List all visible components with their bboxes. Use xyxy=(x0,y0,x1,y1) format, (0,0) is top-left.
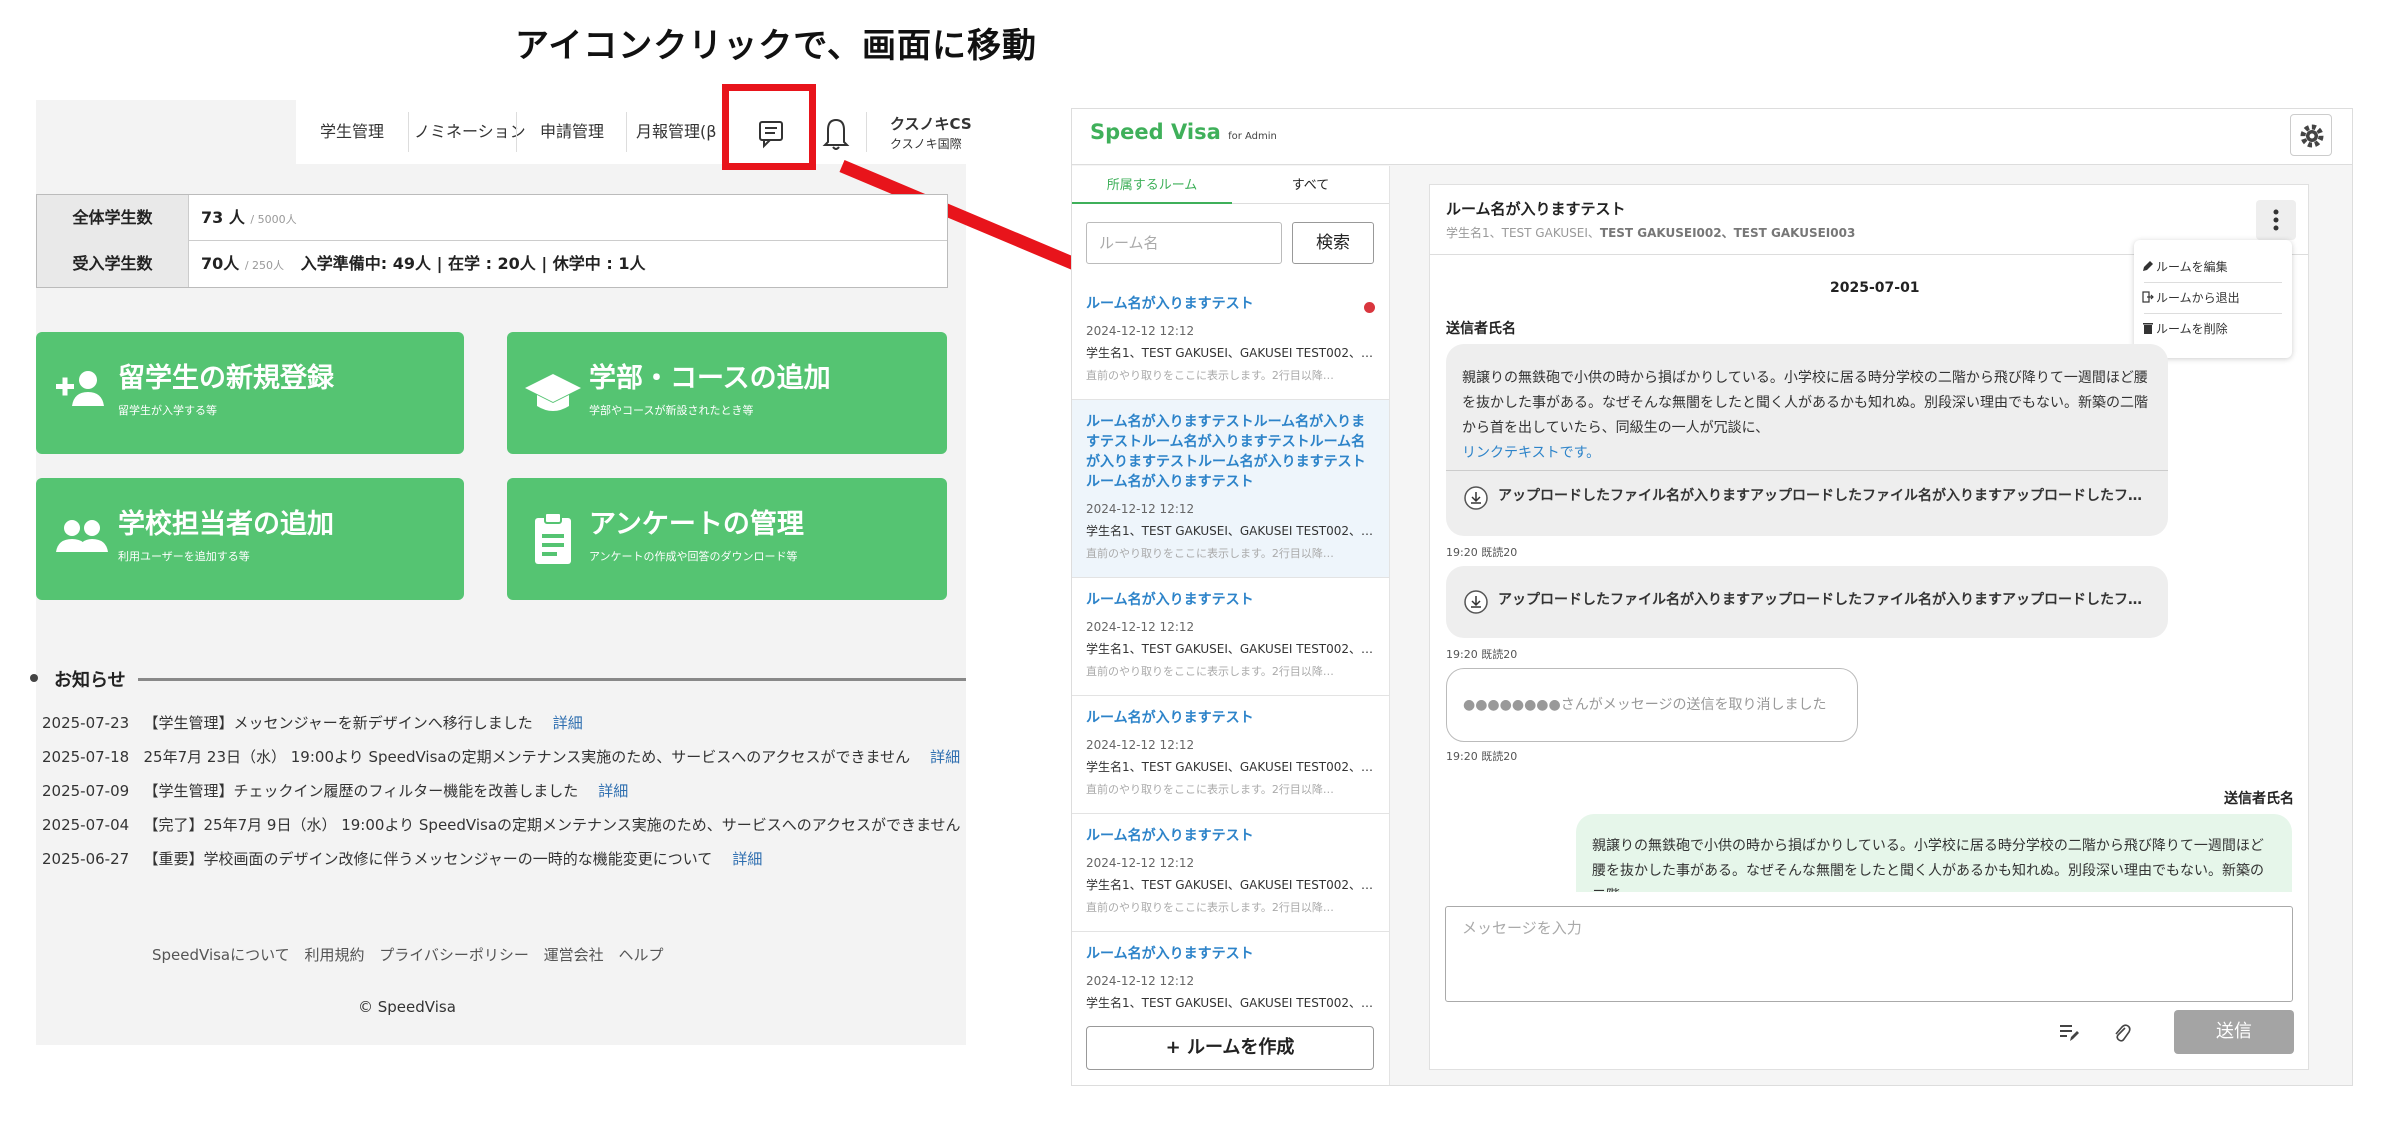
card-subtitle: 留学生が入学する等 xyxy=(118,404,217,417)
room-list-item[interactable]: ルーム名が入りますテスト 2024-12-12 12:12 学生名1、TEST … xyxy=(1072,578,1389,696)
message-meta: 19:20 既読20 xyxy=(1446,648,1518,661)
message-input[interactable]: メッセージを入力 xyxy=(1445,906,2293,1002)
file-name[interactable]: アップロードしたファイル名が入りますアップロードしたファイル名が入りますアップロ… xyxy=(1498,588,2142,613)
news-item: 2025-07-04 【完了】25年7月 9日（水） 19:00より Speed… xyxy=(42,816,961,834)
nav-students[interactable]: 学生管理 xyxy=(320,100,384,164)
search-button[interactable]: 検索 xyxy=(1292,222,1374,264)
card-title: アンケートの管理 xyxy=(589,509,804,540)
stats-table: 全体学生数 73 人 / 5000人 受入学生数 70人 / 250人 入学準備… xyxy=(36,194,948,288)
card-title: 留学生の新規登録 xyxy=(118,363,334,394)
room-list-item[interactable]: ルーム名が入りますテスト 2024-12-12 12:12 学生名1、TEST … xyxy=(1072,814,1389,932)
download-icon[interactable] xyxy=(1464,590,1488,614)
nav-monthly-report[interactable]: 月報管理(β xyxy=(636,100,720,164)
retracted-message: ●●●●●●●●さんがメッセージの送信を取り消しました xyxy=(1446,668,1858,742)
message-meta: 19:20 既読20 xyxy=(1446,750,1518,763)
message-bubble: 親譲りの無鉄砲で小供の時から損ばかりしている。小学校に居る時分学校の二階から飛び… xyxy=(1446,344,2168,536)
chat-room-name: ルーム名が入りますテスト xyxy=(1446,200,1626,218)
template-icon[interactable] xyxy=(2058,1022,2080,1044)
card-add-course[interactable]: 学部・コースの追加 学部やコースが新設されたとき等 xyxy=(507,332,947,454)
stats-value: 73 人 xyxy=(201,208,245,227)
brand-logo: Speed Visa for Admin xyxy=(1090,120,1277,144)
graduation-cap-icon xyxy=(525,374,581,411)
stats-label: 全体学生数 xyxy=(37,195,189,241)
stats-extra: 入学準備中: 49人 | 在学 : 20人 | 休学中 : 1人 xyxy=(300,254,646,273)
news-item: 2025-07-23 【学生管理】メッセンジャーを新デザインへ移行しました 詳細 xyxy=(42,714,583,732)
room-search-input[interactable]: ルーム名 xyxy=(1086,222,1282,264)
send-button[interactable]: 送信 xyxy=(2174,1010,2294,1054)
stats-row-total: 全体学生数 73 人 / 5000人 xyxy=(37,195,947,241)
news-item: 2025-07-09 【学生管理】チェックイン履歴のフィルター機能を改善しました… xyxy=(42,782,629,800)
stats-sub: / 250人 xyxy=(244,259,285,272)
news-title: お知らせ xyxy=(54,670,126,691)
card-subtitle: 学部やコースが新設されたとき等 xyxy=(589,404,754,417)
nav-applications[interactable]: 申請管理 xyxy=(540,100,604,164)
card-new-student[interactable]: 留学生の新規登録 留学生が入学する等 xyxy=(36,332,464,454)
news-item: 2025-07-18 25年7月 23日（水） 19:00より SpeedVis… xyxy=(42,748,961,766)
room-list-item[interactable]: ルーム名が入りますテストルーム名が入りますテストルーム名が入りますテストルーム名… xyxy=(1072,400,1389,578)
add-person-icon xyxy=(56,371,104,406)
news-detail-link[interactable]: 詳細 xyxy=(598,782,628,800)
news-detail-link[interactable]: 詳細 xyxy=(930,748,960,766)
attachment-icon[interactable] xyxy=(2112,1022,2132,1044)
card-title: 学校担当者の追加 xyxy=(118,509,334,540)
room-list-item[interactable]: ルーム名が入りますテスト 2024-12-12 12:12 学生名1、TEST … xyxy=(1072,932,1389,1012)
news-item: 2025-06-27 【重要】学校画面のデザイン改修に伴うメッセンジャーの一時的… xyxy=(42,850,763,868)
gear-icon[interactable] xyxy=(2290,114,2332,156)
more-options-icon[interactable] xyxy=(2256,200,2296,240)
card-survey[interactable]: アンケートの管理 アンケートの作成や回答のダウンロード等 xyxy=(507,478,947,600)
stats-row-accepted: 受入学生数 70人 / 250人 入学準備中: 49人 | 在学 : 20人 |… xyxy=(37,241,947,287)
news-detail-link[interactable]: 詳細 xyxy=(553,714,583,732)
card-add-staff[interactable]: 学校担当者の追加 利用ユーザーを追加する等 xyxy=(36,478,464,600)
file-bubble: アップロードしたファイル名が入りますアップロードしたファイル名が入りますアップロ… xyxy=(1446,566,2168,638)
caption: アイコンクリックで、画面に移動 xyxy=(515,26,1037,66)
own-message-bubble: 親譲りの無鉄砲で小供の時から損ばかりしている。小学校に居る時分学校の二階から飛び… xyxy=(1576,814,2292,892)
chat-members: 学生名1、TEST GAKUSEI、TEST GAKUSEI002、TEST G… xyxy=(1446,226,1856,240)
clipboard-icon xyxy=(535,512,571,564)
sender-name: 送信者氏名 xyxy=(2224,791,2294,807)
news-bullet xyxy=(30,674,38,682)
highlight-box xyxy=(722,84,816,170)
news-detail-link[interactable]: 詳細 xyxy=(732,850,762,868)
tab-my-rooms[interactable]: 所属するルーム xyxy=(1072,168,1232,204)
stats-value: 70人 xyxy=(201,254,240,273)
stats-label: 受入学生数 xyxy=(37,241,189,287)
menu-delete-room[interactable]: ルームを削除 xyxy=(2156,320,2228,337)
room-list-item[interactable]: ルーム名が入りますテスト 2024-12-12 12:12 学生名1、TEST … xyxy=(1072,282,1389,400)
create-room-button[interactable]: + ルームを作成 xyxy=(1086,1026,1374,1070)
group-icon xyxy=(56,520,108,552)
room-options-menu: ルームを編集 ルームから退出 ルームを削除 xyxy=(2134,240,2292,358)
card-subtitle: アンケートの作成や回答のダウンロード等 xyxy=(589,550,798,563)
copyright: © SpeedVisa xyxy=(358,998,456,1016)
message-meta: 19:20 既読20 xyxy=(1446,546,1518,559)
card-subtitle: 利用ユーザーを追加する等 xyxy=(118,550,250,563)
footer-links[interactable]: SpeedVisaについて 利用規約 プライバシーポリシー 運営会社 ヘルプ xyxy=(152,944,663,965)
tab-all[interactable]: すべて xyxy=(1232,168,1389,204)
message-link[interactable]: リンクテキストです。 xyxy=(1462,441,2152,466)
news-divider xyxy=(138,678,966,681)
unread-badge xyxy=(1364,302,1375,313)
exit-icon xyxy=(2142,291,2154,303)
stats-sub: / 5000人 xyxy=(250,213,297,226)
file-name[interactable]: アップロードしたファイル名が入りますアップロードしたファイル名が入りますアップロ… xyxy=(1498,484,2142,509)
download-icon[interactable] xyxy=(1464,486,1488,510)
trash-icon xyxy=(2143,323,2153,334)
menu-leave-room[interactable]: ルームから退出 xyxy=(2156,289,2240,306)
sender-name: 送信者氏名 xyxy=(1446,321,1516,337)
nav-nomination[interactable]: ノミネーション xyxy=(414,100,526,164)
room-list-item[interactable]: ルーム名が入りますテスト 2024-12-12 12:12 学生名1、TEST … xyxy=(1072,696,1389,814)
date-separator: 2025-07-01 xyxy=(1830,280,1920,296)
card-title: 学部・コースの追加 xyxy=(589,363,831,394)
menu-edit-room[interactable]: ルームを編集 xyxy=(2156,258,2228,275)
pencil-icon xyxy=(2143,261,2153,271)
